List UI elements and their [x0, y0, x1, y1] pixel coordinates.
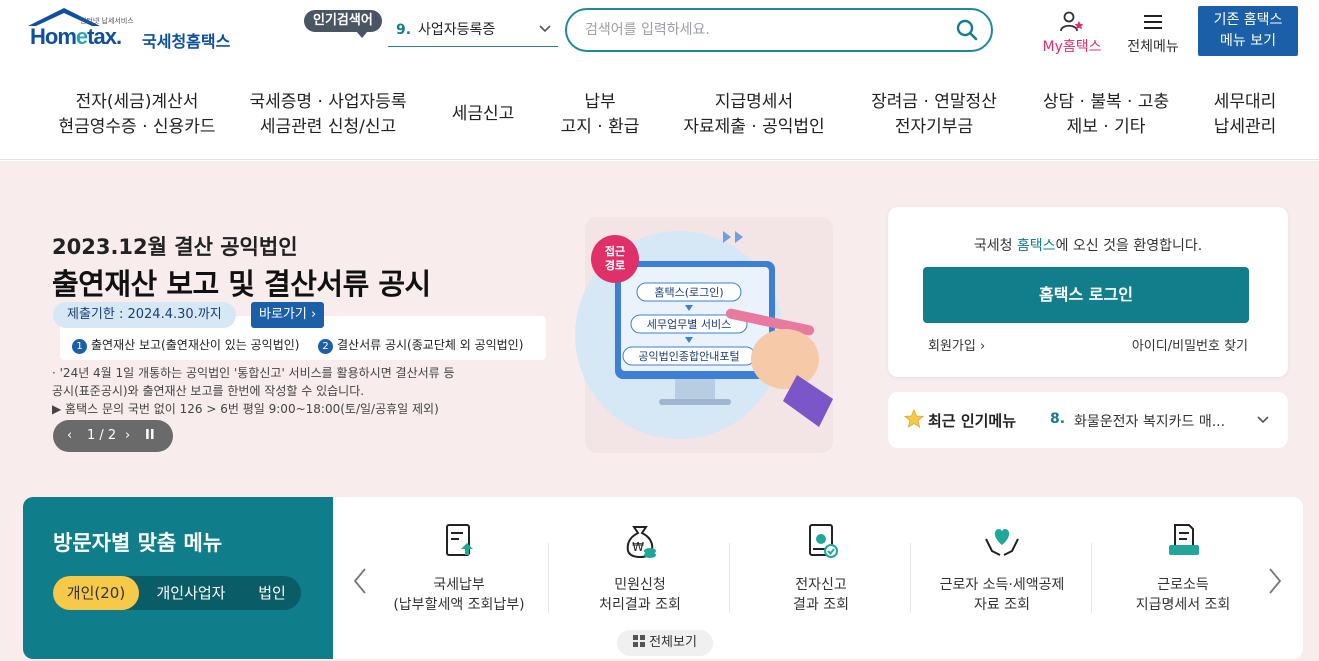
- recent-popular-item[interactable]: 화물운전자 복지카드 매...: [1074, 411, 1225, 431]
- find-account-link[interactable]: 아이디/비밀번호 찾기: [1132, 335, 1248, 354]
- quick-item-label: 근로자 소득·세액공제 자료 조회: [939, 577, 1065, 613]
- visitor-menu-side: 방문자별 맞춤 메뉴 개인(20) 개인사업자 법인: [23, 497, 333, 659]
- chevron-down-icon[interactable]: [1256, 413, 1270, 427]
- money-bag-icon: ₩: [626, 526, 656, 559]
- divider: [548, 543, 549, 613]
- pager-count: 1 / 2: [87, 428, 117, 443]
- hero-notes: · '24년 4월 1일 개통하는 공익법인 '통합신고' 서비스를 활용하시면…: [52, 364, 455, 418]
- my-hometax-label: My홈택스: [1042, 39, 1102, 55]
- note-line2: 공시(표준공시)와 출연재산 보고를 한번에 작성할 수 있습니다.: [52, 384, 365, 398]
- my-hometax-button[interactable]: My홈택스: [1036, 10, 1108, 56]
- logo-korean: 국세청홈택스: [142, 32, 231, 51]
- tab-sole-proprietor[interactable]: 개인사업자: [145, 576, 237, 610]
- divider: [729, 543, 730, 613]
- badge-line1: 접근: [605, 245, 625, 258]
- tax-payment-icon: [446, 524, 473, 556]
- nav-incentive-yearend[interactable]: 장려금 · 연말정산 전자기부금: [862, 90, 1006, 140]
- quick-item-label: 전자신고 결과 조회: [793, 577, 849, 613]
- login-card: 국세청 홈택스에 오신 것을 환영합니다. 홈택스 로그인 회원가입 › 아이디…: [888, 207, 1288, 377]
- nav-tax-agent[interactable]: 세무대리 납세관리: [1202, 90, 1288, 140]
- grid-icon: [633, 635, 646, 647]
- pager-pause-button[interactable]: II: [145, 420, 155, 452]
- hero-title: 출연재산 보고 및 결산서류 공시: [52, 267, 431, 301]
- quick-tax-payment[interactable]: 국세납부 (납부할세액 조회납부): [369, 521, 549, 615]
- header: 인터넷 납세서비스 Hometax. 국세청홈택스 인기검색어 9. 사업자등록…: [0, 0, 1319, 62]
- legacy-line1: 기존 홈택스: [1213, 12, 1283, 28]
- search-icon[interactable]: [955, 18, 979, 42]
- heart-hands-icon: [985, 529, 1019, 556]
- goto-button[interactable]: 바로가기 ›: [251, 302, 325, 328]
- nav-payment-refund[interactable]: 납부 고지 · 환급: [548, 90, 652, 140]
- chevron-down-icon: [539, 25, 551, 33]
- document-check-icon: [809, 524, 838, 558]
- paper-tray-icon: [1169, 524, 1199, 555]
- tab-corporation[interactable]: 법인: [243, 576, 301, 610]
- tab-individual[interactable]: 개인(20): [53, 576, 139, 610]
- quick-e-filing-result[interactable]: 전자신고 결과 조회: [731, 521, 911, 615]
- nav-certificate-registration[interactable]: 국세증명 · 사업자등록 세금관련 신청/신고: [240, 90, 416, 140]
- recent-popular-rank: 8.: [1050, 411, 1066, 427]
- star-icon: [904, 409, 924, 428]
- quick-deduction-data[interactable]: 근로자 소득·세액공제 자료 조회: [912, 521, 1092, 615]
- illus-pill-2: 세무업무별 서비스: [647, 318, 731, 331]
- join-link[interactable]: 회원가입 ›: [928, 335, 985, 354]
- quick-civil-petition[interactable]: ₩ 민원신청 처리결과 조회: [550, 521, 730, 615]
- nav-payment-statement[interactable]: 지급명세서 자료제출 · 공익법인: [676, 90, 832, 140]
- divider: [1091, 543, 1092, 613]
- popular-search-select[interactable]: 9. 사업자등록증: [388, 14, 558, 47]
- login-button[interactable]: 홈택스 로그인: [923, 267, 1249, 323]
- quick-item-label: 근로소득 지급명세서 조회: [1135, 577, 1231, 613]
- main-navigation: 전자(세금)계산서 현금영수증 · 신용카드 국세증명 · 사업자등록 세금관련 신…: [0, 62, 1319, 160]
- step-2: 2 결산서류 공시(종교단체 외 공익법인): [318, 336, 523, 354]
- note-line3: ▶ 홈택스 문의 국번 없이 126 > 6번 평일 9:00~18:00(토/…: [52, 402, 439, 416]
- chevron-left-icon[interactable]: [351, 567, 369, 595]
- recent-popular-menu: 최근 인기메뉴 8. 화물운전자 복지카드 매...: [888, 392, 1288, 448]
- legacy-line2: 메뉴 보기: [1220, 33, 1276, 49]
- quick-earned-income-statement[interactable]: 근로소득 지급명세서 조회: [1093, 521, 1273, 615]
- badge-line2: 경로: [605, 258, 625, 272]
- hero-section: 2023.12월 결산 공익법인 출연재산 보고 및 결산서류 공시 1 출연재산…: [0, 161, 1319, 661]
- note-line1: · '24년 4월 1일 개통하는 공익법인 '통합신고' 서비스를 활용하시면…: [52, 366, 455, 380]
- step-1: 1 출연재산 보고(출연재산이 있는 공익법인): [72, 336, 300, 354]
- slide-pager: ‹ 1 / 2 › II: [53, 420, 173, 452]
- quick-item-label: 국세납부 (납부할세액 조회납부): [393, 577, 525, 613]
- all-menu-label: 전체메뉴: [1127, 39, 1179, 55]
- popular-rank: 9.: [396, 22, 412, 38]
- user-star-icon: [1060, 11, 1084, 32]
- svg-text:₩: ₩: [632, 540, 644, 554]
- search-input[interactable]: [585, 19, 925, 41]
- illus-pill-1: 홈택스(로그인): [654, 285, 723, 299]
- monitor-illustration: 접근 경로 홈택스(로그인) 세무업무별 서비스 공익법인종합안내포털: [575, 217, 833, 453]
- legacy-menu-button[interactable]: 기존 홈택스 메뉴 보기: [1198, 6, 1298, 56]
- popular-keyword: 사업자등록증: [418, 22, 496, 38]
- search-box: [565, 8, 993, 52]
- pager-next-button[interactable]: ›: [125, 420, 130, 452]
- divider: [910, 543, 911, 613]
- recent-popular-title: 최근 인기메뉴: [928, 412, 1017, 430]
- deadline-badge: 제출기한 : 2024.4.30.까지: [53, 302, 236, 328]
- welcome-message: 국세청 홈택스에 오신 것을 환영합니다.: [973, 238, 1203, 254]
- visitor-menu-title: 방문자별 맞춤 메뉴: [53, 531, 223, 555]
- view-all-button[interactable]: 전체보기: [617, 630, 713, 656]
- illus-pill-3: 공익법인종합안내포털: [638, 350, 739, 363]
- pager-prev-button[interactable]: ‹: [67, 420, 72, 452]
- popular-search-tag: 인기검색어: [304, 10, 382, 38]
- logo-wordmark: Hometax.: [30, 24, 122, 49]
- visitor-menu: 방문자별 맞춤 메뉴 개인(20) 개인사업자 법인 국세납부 (납부할세액 조회…: [23, 497, 1303, 659]
- visitor-type-tabs: 개인(20) 개인사업자 법인: [53, 576, 301, 610]
- hero-subtitle: 2023.12월 결산 공익법인: [52, 235, 298, 259]
- all-menu-button[interactable]: 전체메뉴: [1120, 10, 1186, 56]
- hometax-logo[interactable]: 인터넷 납세서비스 Hometax. 국세청홈택스: [24, 6, 244, 54]
- quick-item-label: 민원신청 처리결과 조회: [599, 577, 681, 613]
- nav-e-invoice[interactable]: 전자(세금)계산서 현금영수증 · 신용카드: [46, 90, 228, 140]
- hamburger-icon: [1144, 15, 1162, 29]
- nav-consult-appeal[interactable]: 상담 · 불복 · 고충 제보 · 기타: [1032, 90, 1180, 140]
- nav-tax-filing[interactable]: 세금신고: [444, 102, 522, 127]
